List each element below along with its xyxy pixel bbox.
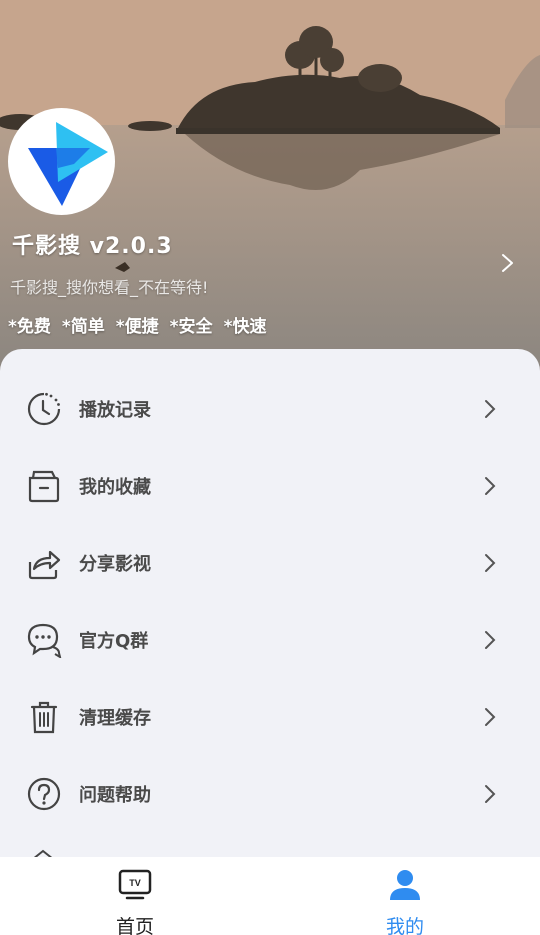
question-icon (27, 777, 61, 810)
menu-panel: 播放记录 我的收藏 分享影视 官方Q群 清理缓存 问题帮助 (0, 349, 540, 869)
menu-label: 播放记录 (79, 399, 151, 421)
app-subtitle: 千影搜_搜你想看_不在等待! (10, 278, 209, 297)
menu-item-clear-cache[interactable]: 清理缓存 (0, 678, 540, 755)
tag-free: *免费 (8, 317, 51, 337)
menu-label: 我的收藏 (79, 476, 151, 498)
profile-header: 千影搜 v2.0.3 千影搜_搜你想看_不在等待! *免费 *简单 *便捷 *安… (0, 0, 540, 380)
chat-bubble-icon (27, 623, 62, 658)
play-logo-icon (27, 121, 108, 206)
menu-label: 分享影视 (79, 553, 151, 575)
chevron-right-icon (485, 476, 496, 495)
menu-item-qq-group[interactable]: 官方Q群 (0, 601, 540, 678)
tag-simple: *简单 (61, 317, 105, 337)
chevron-right-icon (485, 630, 496, 649)
user-icon (390, 870, 420, 900)
menu-item-favorites[interactable]: 我的收藏 (0, 447, 540, 524)
chevron-right-icon (485, 399, 496, 418)
tv-icon: TV (118, 869, 152, 900)
app-title: 千影搜 v2.0.3 (12, 234, 173, 259)
menu-label: 官方Q群 (79, 630, 149, 652)
chevron-right-icon (485, 553, 496, 572)
feature-tags: *免费 *简单 *便捷 *安全 *快速 (8, 312, 266, 337)
trash-icon (30, 701, 58, 733)
folder-icon (28, 470, 60, 502)
share-icon (28, 550, 61, 579)
tag-fast: *快速 (223, 317, 267, 337)
bottom-tab-bar: TV 首页 我的 (0, 857, 540, 935)
svg-text:TV: TV (129, 878, 141, 888)
tab-home-label: 首页 (115, 916, 154, 935)
tab-mine-label: 我的 (385, 916, 424, 935)
tab-mine[interactable]: 我的 (270, 857, 540, 935)
chevron-right-icon (485, 784, 496, 803)
chevron-right-icon[interactable] (500, 252, 516, 274)
clock-history-icon (27, 392, 61, 425)
menu-item-share[interactable]: 分享影视 (0, 524, 540, 601)
tag-convenient: *便捷 (115, 317, 159, 337)
menu-item-history[interactable]: 播放记录 (0, 370, 540, 447)
menu-label: 清理缓存 (79, 707, 151, 729)
tag-safe: *安全 (169, 317, 213, 337)
tab-home[interactable]: TV 首页 (0, 857, 270, 935)
chevron-right-icon (485, 707, 496, 726)
menu-label: 问题帮助 (79, 784, 151, 806)
menu-item-help[interactable]: 问题帮助 (0, 755, 540, 832)
app-logo (8, 108, 115, 215)
